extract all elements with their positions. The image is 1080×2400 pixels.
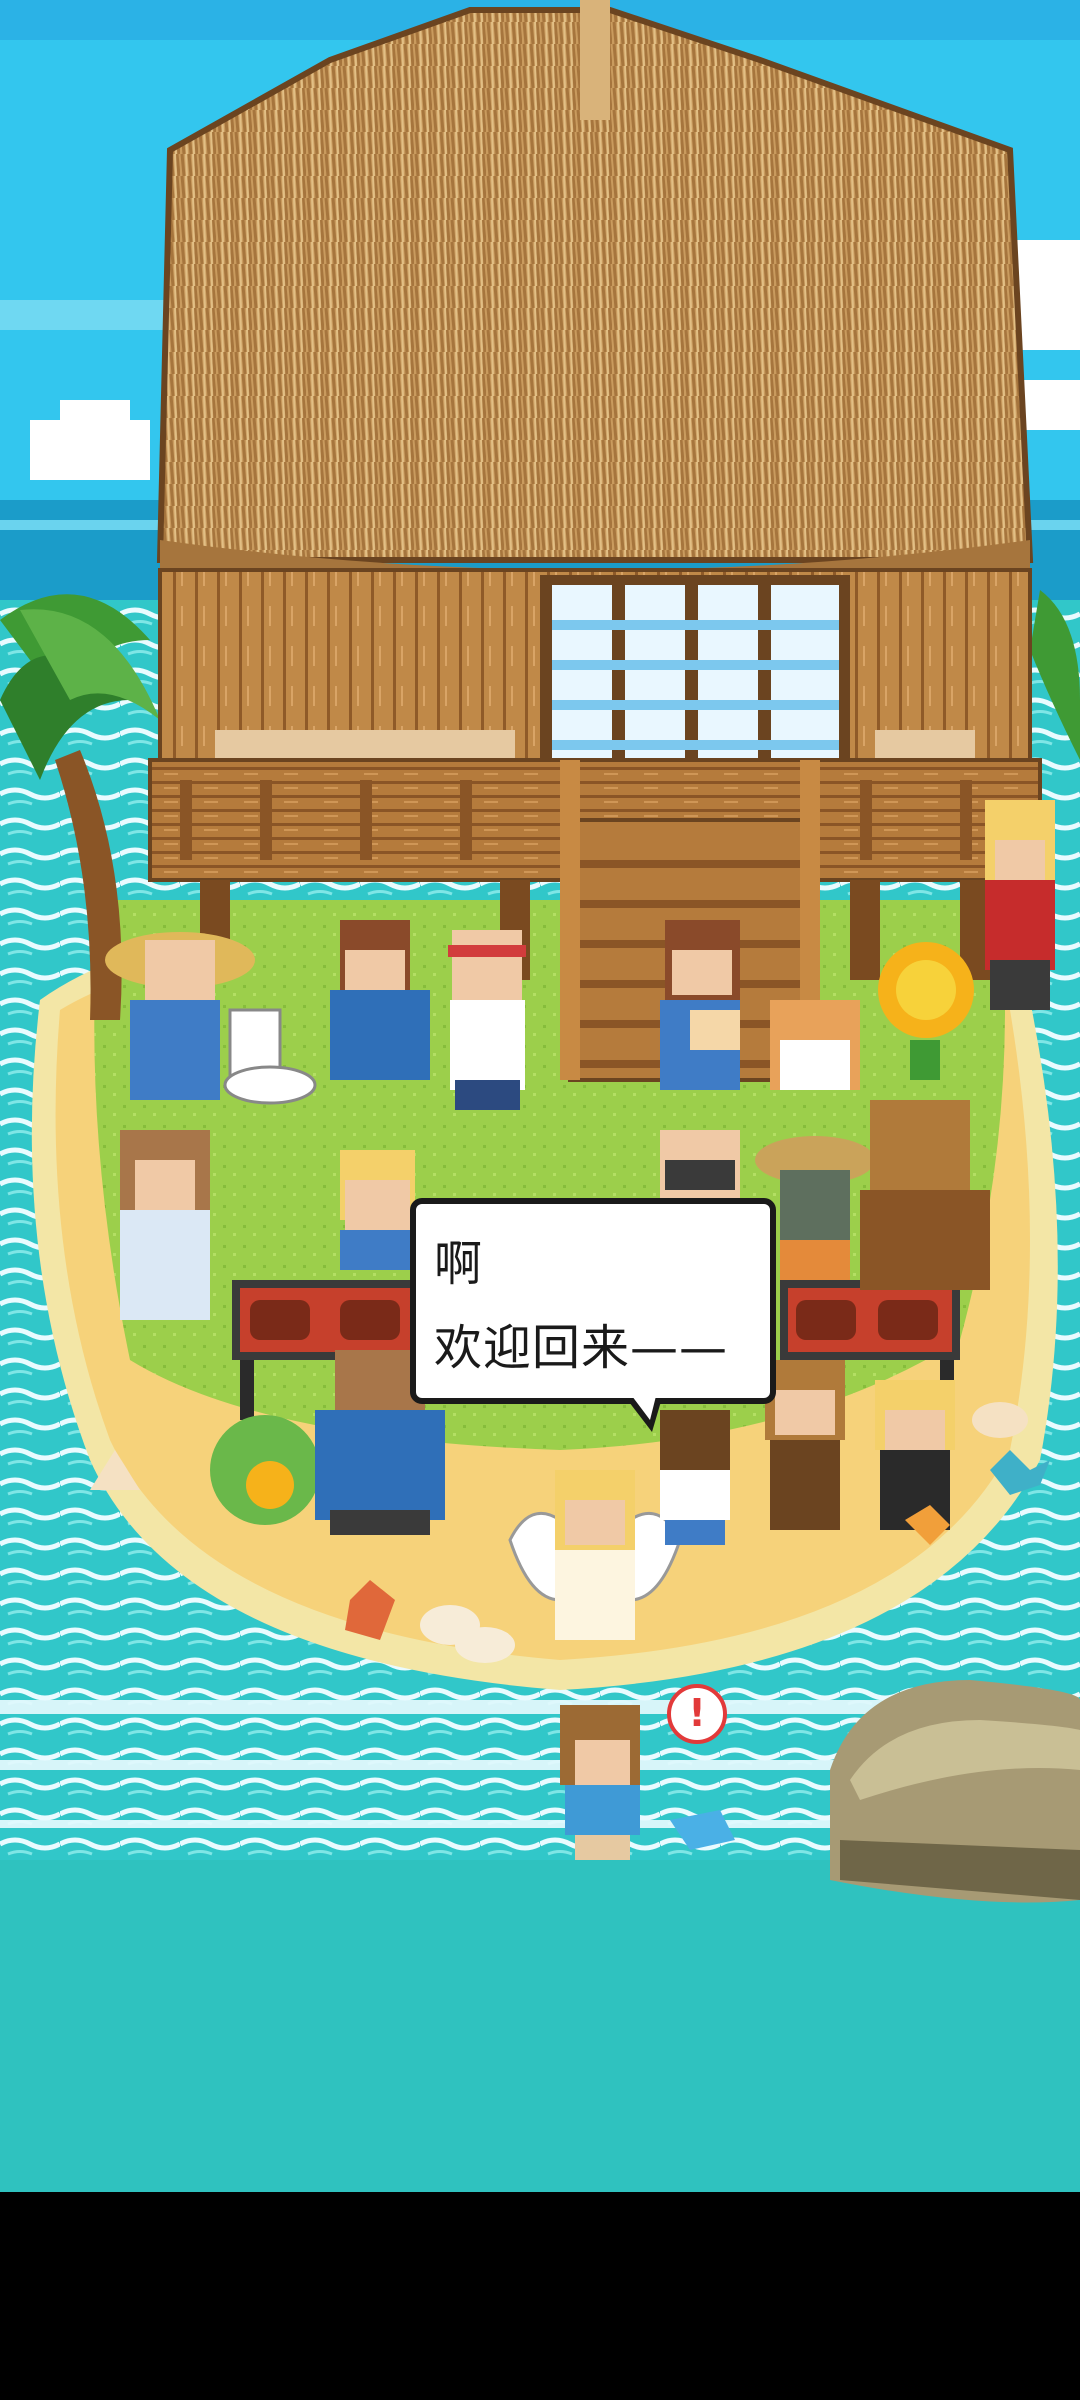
dialog-line-1: 啊 <box>434 1236 484 1292</box>
game-scene[interactable]: ! 啊 欢迎回来—— <box>0 0 1080 2192</box>
npc-devil-girl <box>875 1380 955 1530</box>
pet-dog <box>770 1000 860 1090</box>
npc-long-hair-girl <box>120 1130 210 1320</box>
npc-brown-hair-girl <box>765 1360 845 1530</box>
npc-bandana-man <box>448 930 526 1110</box>
dialog-speech-bubble[interactable]: 啊 欢迎回来—— <box>410 1198 776 1432</box>
npc-boy-back <box>660 1410 730 1545</box>
dialog-line-2: 欢迎回来—— <box>434 1320 729 1376</box>
npc-girl-holding-pet <box>660 920 740 1090</box>
npc-blonde-man <box>985 800 1055 1010</box>
scene-art <box>0 0 1080 2192</box>
npc-blonde-boy <box>340 1150 415 1270</box>
exclamation-bubble-icon: ! <box>667 1684 727 1744</box>
sea-rock <box>830 1680 1080 1903</box>
npc-bald-man <box>660 1130 740 1200</box>
npc-turtle <box>210 1415 320 1525</box>
system-nav-bar <box>0 2192 1080 2400</box>
hut-windows <box>540 575 850 775</box>
